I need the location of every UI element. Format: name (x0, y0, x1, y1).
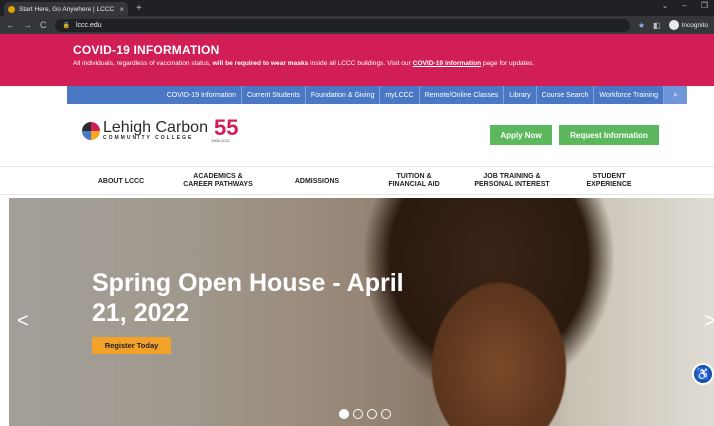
nav-student-line2: EXPERIENCE (586, 181, 632, 188)
browser-tab-strip: Start Here, Go Anywhere | LCCC × + ⌄ – ❐ (0, 0, 714, 16)
hero-title: Spring Open House - April 21, 2022 (92, 268, 404, 328)
incognito-icon (668, 20, 679, 30)
close-tab-icon[interactable]: × (119, 5, 124, 14)
covid-text-post: page for updates. (481, 60, 535, 67)
utility-nav: COVID-19 Information Current Students Fo… (0, 86, 714, 104)
utility-link-library[interactable]: Library (503, 86, 535, 104)
utility-link-remote-classes[interactable]: Remote/Online Classes (418, 86, 504, 104)
hero-title-line2: 21, 2022 (92, 299, 190, 327)
bookmark-star-icon[interactable]: ★ (638, 21, 645, 30)
nav-job-line1: JOB TRAINING & (483, 173, 541, 180)
lock-icon[interactable]: 🔒 (63, 22, 70, 29)
minimize-icon[interactable]: – (682, 1, 686, 10)
nav-tuition-line2: FINANCIAL AID (388, 181, 440, 188)
nav-student-experience[interactable]: STUDENT EXPERIENCE (586, 173, 631, 189)
slide-dot[interactable] (381, 409, 391, 419)
search-icon[interactable]: ⌕ (663, 86, 687, 104)
address-bar[interactable]: 🔒 lccc.edu (54, 18, 630, 32)
reload-icon[interactable]: C (40, 20, 47, 30)
incognito-badge[interactable]: Incognito (668, 20, 708, 30)
covid-text-bold: will be required to wear masks (212, 60, 309, 67)
hero-title-line1: Spring Open House - April (92, 269, 404, 297)
incognito-label: Incognito (681, 21, 708, 29)
request-info-button[interactable]: Request Information (559, 125, 659, 145)
nav-job-line2: PERSONAL INTEREST (474, 181, 550, 188)
accessibility-icon[interactable]: ♿ (692, 363, 714, 385)
slider-next-icon[interactable]: > (704, 310, 714, 333)
covid-text-mid: inside all LCCC buildings. Visit our (308, 60, 413, 67)
maximize-icon[interactable]: ❐ (701, 1, 708, 10)
slide-dot[interactable] (367, 409, 377, 419)
forward-icon[interactable]: → (23, 20, 32, 30)
nav-student-line1: STUDENT (592, 173, 626, 180)
url-text: lccc.edu (75, 21, 102, 29)
hero-slider: Spring Open House - April 21, 2022 Regist… (9, 198, 714, 426)
covid-banner: COVID-19 INFORMATION All individuals, re… (0, 34, 714, 86)
slider-dots (339, 409, 391, 419)
lccc-logo[interactable]: Lehigh Carbon COMMUNITY COLLEGE 55 1966-… (82, 115, 239, 143)
nav-about[interactable]: ABOUT LCCC (98, 178, 144, 186)
covid-message: All individuals, regardless of vaccinati… (73, 60, 714, 67)
logo-mark-icon (82, 121, 100, 140)
nav-tuition[interactable]: TUITION & FINANCIAL AID (388, 173, 439, 189)
favicon-icon (8, 5, 15, 13)
utility-link-course-search[interactable]: Course Search (535, 86, 594, 104)
logo-subtitle: COMMUNITY COLLEGE (103, 135, 194, 141)
utility-link-workforce[interactable]: Workforce Training (593, 86, 663, 104)
utility-link-foundation[interactable]: Foundation & Giving (304, 86, 379, 104)
nav-academics-line2: CAREER PATHWAYS (183, 181, 253, 188)
back-icon[interactable]: ← (6, 20, 15, 30)
site-header: Lehigh Carbon COMMUNITY COLLEGE 55 1966-… (0, 104, 714, 166)
utility-link-mylccc[interactable]: myLCCC (379, 86, 418, 104)
covid-info-link[interactable]: COVID-19 information (413, 60, 482, 67)
apply-now-button[interactable]: Apply Now (490, 125, 552, 145)
new-tab-button[interactable]: + (136, 3, 142, 14)
covid-title: COVID-19 INFORMATION (73, 43, 220, 57)
nav-tuition-line1: TUITION & (396, 173, 432, 180)
utility-link-current-students[interactable]: Current Students (240, 86, 305, 104)
tab-search-icon[interactable]: ⌄ (662, 1, 669, 10)
tab-title: Start Here, Go Anywhere | LCCC (19, 5, 115, 13)
window-controls: ⌄ – ❐ (662, 1, 708, 10)
main-nav: ABOUT LCCC ACADEMICS & CAREER PATHWAYS AD… (0, 166, 714, 195)
side-panel-icon[interactable]: ◧ (653, 21, 661, 30)
register-today-button[interactable]: Register Today (92, 337, 171, 354)
nav-academics-line1: ACADEMICS & (193, 173, 243, 180)
nav-admissions[interactable]: ADMISSIONS (295, 178, 339, 186)
utility-link-covid[interactable]: COVID-19 Information (162, 86, 241, 104)
anniversary-number: 55 (213, 115, 239, 140)
slider-prev-icon[interactable]: < (17, 310, 29, 333)
covid-text-pre: All individuals, regardless of vaccinati… (73, 60, 213, 67)
slide-dot[interactable] (353, 409, 363, 419)
nav-job-training[interactable]: JOB TRAINING & PERSONAL INTEREST (474, 173, 549, 189)
slide-dot[interactable] (339, 409, 349, 419)
browser-tab[interactable]: Start Here, Go Anywhere | LCCC × (4, 2, 128, 16)
logo-name: Lehigh Carbon (103, 119, 208, 136)
browser-toolbar: ← → C 🔒 lccc.edu ★ ◧ Incognito (0, 16, 714, 34)
nav-academics[interactable]: ACADEMICS & CAREER PATHWAYS (183, 173, 253, 189)
